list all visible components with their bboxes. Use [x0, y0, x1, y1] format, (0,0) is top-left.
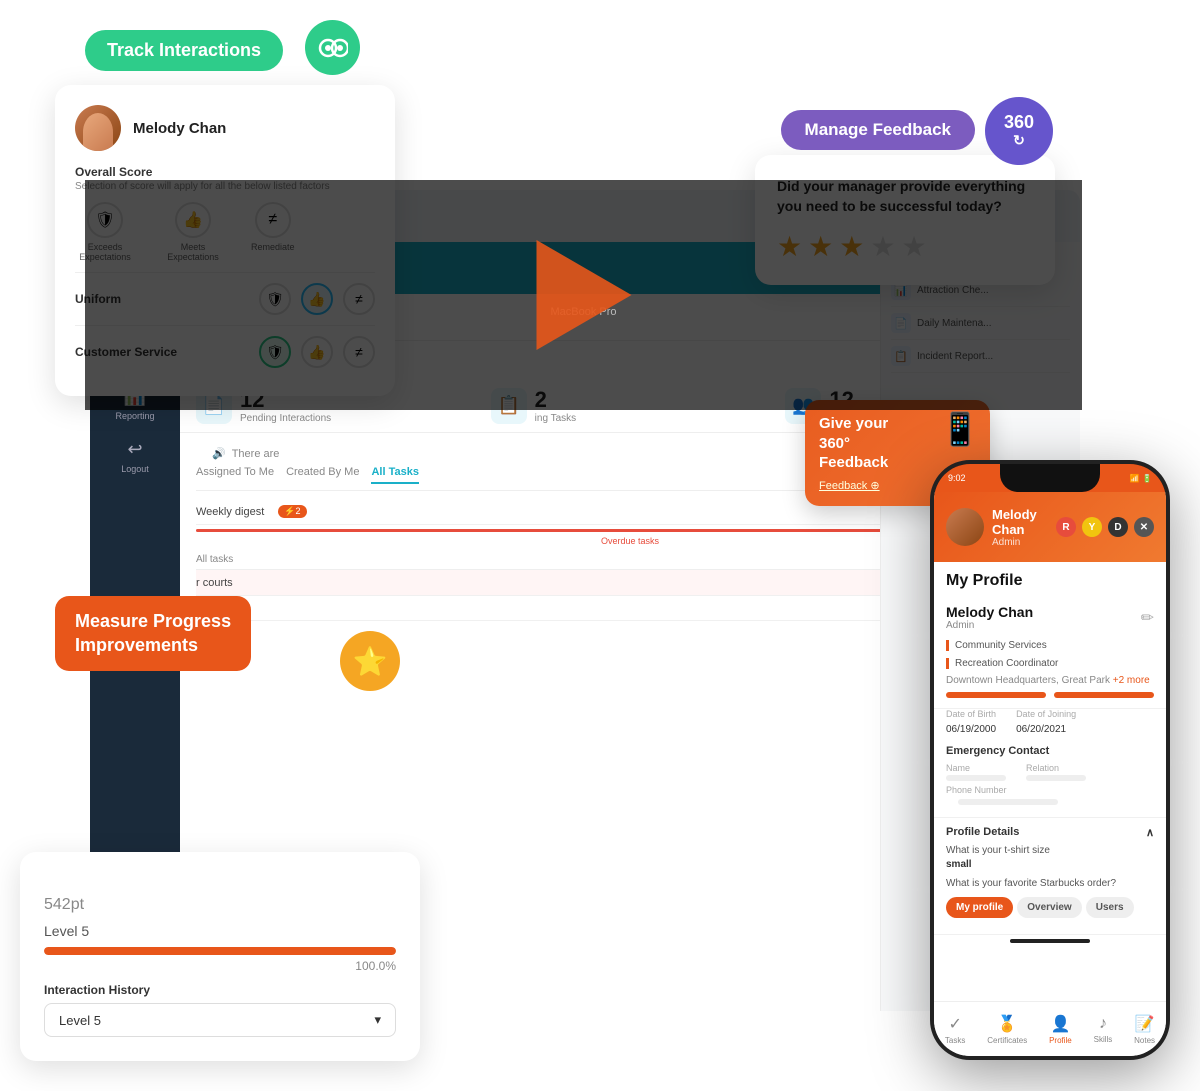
tab-all-tasks[interactable]: All Tasks — [371, 466, 419, 484]
phone-number-bar — [958, 799, 1058, 805]
measure-progress-badge: Measure Progress Improvements — [55, 596, 251, 671]
header-icon-y[interactable]: Y — [1082, 517, 1102, 537]
profile-location: Downtown Headquarters, Great Park +2 mor… — [946, 675, 1154, 686]
profile-sub: Admin — [946, 620, 1033, 631]
star-badge: ⭐ — [340, 631, 400, 691]
nav-profile[interactable]: 👤 Profile — [1049, 1014, 1072, 1045]
phone-header-text: Melody Chan Admin — [992, 507, 1048, 548]
contact-phone-bar — [1054, 692, 1154, 698]
phone-user-role: Admin — [992, 537, 1048, 548]
profile-dept1: Community Services — [946, 640, 1047, 651]
phone-notch — [1000, 464, 1100, 492]
score-label: Overall Score — [75, 165, 375, 179]
my-profile-title: My Profile — [934, 562, 1166, 594]
phone-content: Melody Chan Admin R Y D ✕ My Profile Mel… — [934, 492, 1166, 1056]
play-button[interactable] — [536, 240, 631, 350]
tab-assigned-to-me[interactable]: Assigned To Me — [196, 466, 274, 484]
phone-emoji-icon: 📱 — [940, 410, 980, 448]
phone-profile-section: Melody Chan Admin ✏ Community Services R… — [934, 594, 1166, 709]
video-overlay[interactable]: MacBook Pro — [85, 180, 1082, 410]
tab-overview[interactable]: Overview — [1017, 897, 1081, 918]
avatar — [75, 105, 121, 151]
track-interactions-badge: Track Interactions — [85, 30, 283, 71]
header-icon-x[interactable]: ✕ — [1134, 517, 1154, 537]
phone-avatar — [946, 508, 984, 546]
user-name: Melody Chan — [133, 120, 226, 137]
phone-profile-tabs: My profile Overview Users — [946, 897, 1154, 918]
phone-frame: 9:02 📶 🔋 Melody Chan Admin R Y D ✕ My Pr… — [930, 460, 1170, 1060]
edit-icon[interactable]: ✏ — [1141, 608, 1154, 628]
phone-header-icons: R Y D ✕ — [1056, 517, 1154, 537]
progress-level: Level 5 — [44, 923, 396, 939]
nav-skills[interactable]: ♪ Skills — [1094, 1015, 1113, 1044]
track-interactions-icon — [305, 20, 360, 75]
interaction-history-label: Interaction History — [44, 983, 396, 997]
pd-q1: What is your t-shirt size — [946, 845, 1154, 856]
progress-points: 542pt — [44, 876, 396, 919]
phone-bottom-nav: ✓ Tasks 🏅 Certificates 👤 Profile ♪ Skill… — [934, 1001, 1166, 1056]
phone-user-name: Melody Chan — [992, 507, 1048, 537]
nav-notes[interactable]: 📝 Notes — [1134, 1014, 1155, 1045]
pd-a1: small — [946, 859, 1154, 870]
manage-feedback-badge: Manage Feedback — [781, 110, 975, 150]
emergency-section: Emergency Contact Name Relation Phone Nu… — [934, 745, 1166, 818]
phone-number-label: Phone Number — [946, 785, 1154, 795]
progress-card: 542pt Level 5 100.0% Interaction History… — [20, 852, 420, 1061]
progress-bar-bg — [44, 947, 396, 955]
tab-users[interactable]: Users — [1086, 897, 1134, 918]
header-icon-d[interactable]: D — [1108, 517, 1128, 537]
nav-certificates[interactable]: 🏅 Certificates — [987, 1014, 1027, 1045]
header-icon-r[interactable]: R — [1056, 517, 1076, 537]
emergency-label: Emergency Contact — [946, 745, 1154, 757]
sidebar-item-logout[interactable]: ↩ Logout — [95, 431, 175, 482]
history-select[interactable]: Level 5 ▾ — [44, 1003, 396, 1037]
phone-indicator — [1010, 939, 1090, 943]
phone-orange-header: Melody Chan Admin R Y D ✕ — [934, 492, 1166, 562]
nav-tasks[interactable]: ✓ Tasks — [945, 1014, 965, 1045]
contact-email-bar — [946, 692, 1046, 698]
collapse-icon[interactable]: ∧ — [1146, 826, 1154, 839]
progress-bar-fill — [44, 947, 396, 955]
date-row: Date of Birth 06/19/2000 Date of Joining… — [934, 709, 1166, 745]
tab-my-profile[interactable]: My profile — [946, 897, 1013, 918]
tab-created-by-me[interactable]: Created By Me — [286, 466, 359, 484]
badge-360: 360 ↻ — [985, 97, 1053, 165]
profile-details-section: Profile Details ∧ What is your t-shirt s… — [934, 818, 1166, 935]
progress-pct: 100.0% — [44, 959, 396, 973]
profile-name: Melody Chan — [946, 604, 1033, 620]
profile-dept2: Recreation Coordinator — [946, 658, 1058, 669]
pd-q2: What is your favorite Starbucks order? — [946, 878, 1154, 889]
